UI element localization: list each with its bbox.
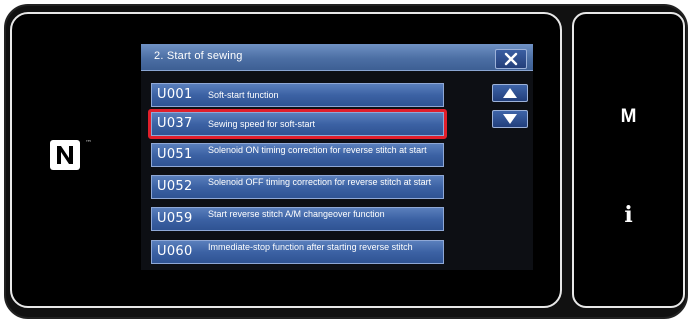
selection-highlight	[148, 109, 447, 139]
item-label: Immediate-stop function after starting r…	[208, 242, 413, 252]
item-code: U001	[157, 87, 193, 102]
item-label: Start reverse stitch A/M changeover func…	[208, 209, 385, 219]
close-icon	[504, 52, 518, 66]
item-code: U052	[157, 179, 193, 194]
scroll-up-button[interactable]	[492, 84, 528, 102]
item-code: U051	[157, 147, 193, 162]
item-label: Solenoid ON timing correction for revers…	[208, 145, 427, 155]
close-button[interactable]	[495, 49, 527, 69]
item-code: U060	[157, 244, 193, 259]
list-item-u001[interactable]: U001 Soft-start function	[151, 83, 444, 107]
item-code: U059	[157, 211, 193, 226]
info-button[interactable]: i	[574, 202, 683, 228]
m-button[interactable]: M	[574, 106, 683, 128]
side-panel: M i	[572, 12, 685, 308]
list-item-u059[interactable]: U059 Start reverse stitch A/M changeover…	[151, 207, 444, 231]
nfc-n-mark-icon	[50, 140, 80, 170]
triangle-down-icon	[503, 114, 517, 124]
item-label: Solenoid OFF timing correction for rever…	[208, 177, 432, 187]
triangle-up-icon	[503, 88, 517, 98]
list-item-u060[interactable]: U060 Immediate-stop function after start…	[151, 240, 444, 264]
dialog-title: 2. Start of sewing	[154, 50, 243, 62]
list-item-u051[interactable]: U051 Solenoid ON timing correction for r…	[151, 143, 444, 167]
settings-dialog: 2. Start of sewing U001 Soft-start funct…	[141, 44, 533, 270]
item-label: Soft-start function	[208, 90, 279, 100]
list-item-u052[interactable]: U052 Solenoid OFF timing correction for …	[151, 175, 444, 199]
scroll-down-button[interactable]	[492, 110, 528, 128]
nfc-trademark: ™	[85, 139, 92, 147]
dialog-title-bar: 2. Start of sewing	[141, 44, 533, 71]
